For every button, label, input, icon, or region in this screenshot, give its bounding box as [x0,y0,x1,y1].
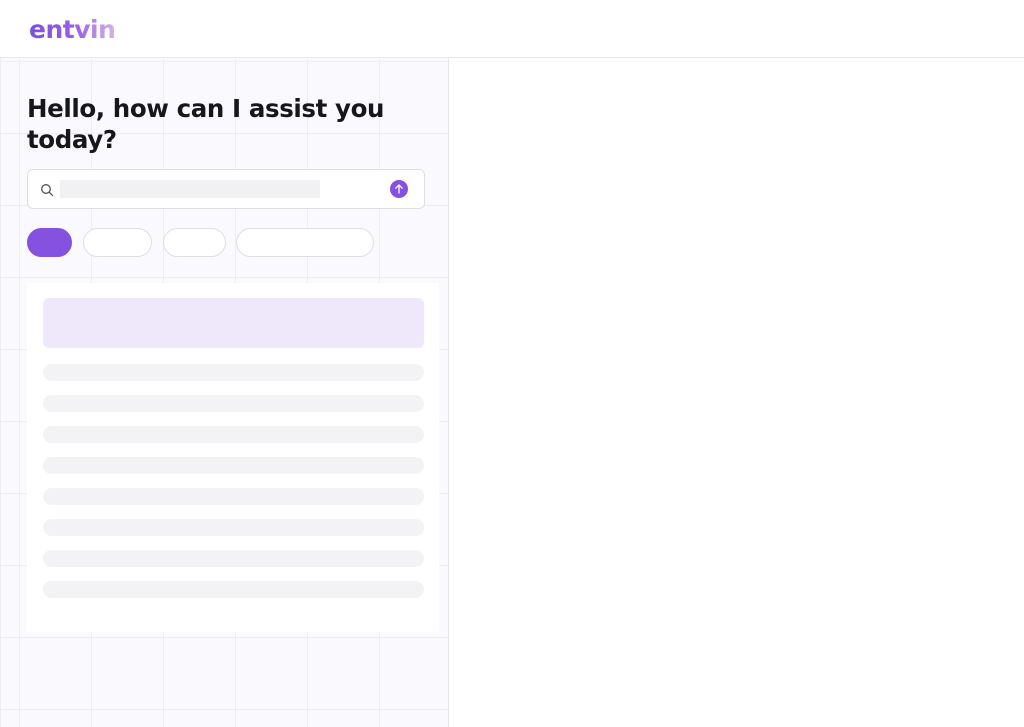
send-button[interactable] [390,180,408,198]
skeleton-line [43,395,424,412]
results-card [27,283,439,632]
content-panel [449,58,1024,727]
search-input[interactable] [60,180,320,198]
arrow-up-icon [395,184,403,194]
skeleton-line [43,581,424,598]
chip-3[interactable] [163,228,226,257]
skeleton-line [43,550,424,567]
chip-4[interactable] [236,228,374,257]
skeleton-line [43,519,424,536]
assistant-greeting: Hello, how can I assist you today? [27,94,385,154]
skeleton-line [43,488,424,505]
skeleton-line [43,364,424,381]
search-box [27,169,425,209]
skeleton-line [43,457,424,474]
chip-1[interactable] [27,228,72,257]
top-bar: entvin [0,0,1024,58]
chip-2[interactable] [83,228,152,257]
assistant-panel: Hello, how can I assist you today? [0,58,449,727]
search-icon [40,183,54,197]
entvin-logo[interactable]: entvin [29,12,116,48]
skeleton-line [43,426,424,443]
skeleton-header [43,298,424,348]
